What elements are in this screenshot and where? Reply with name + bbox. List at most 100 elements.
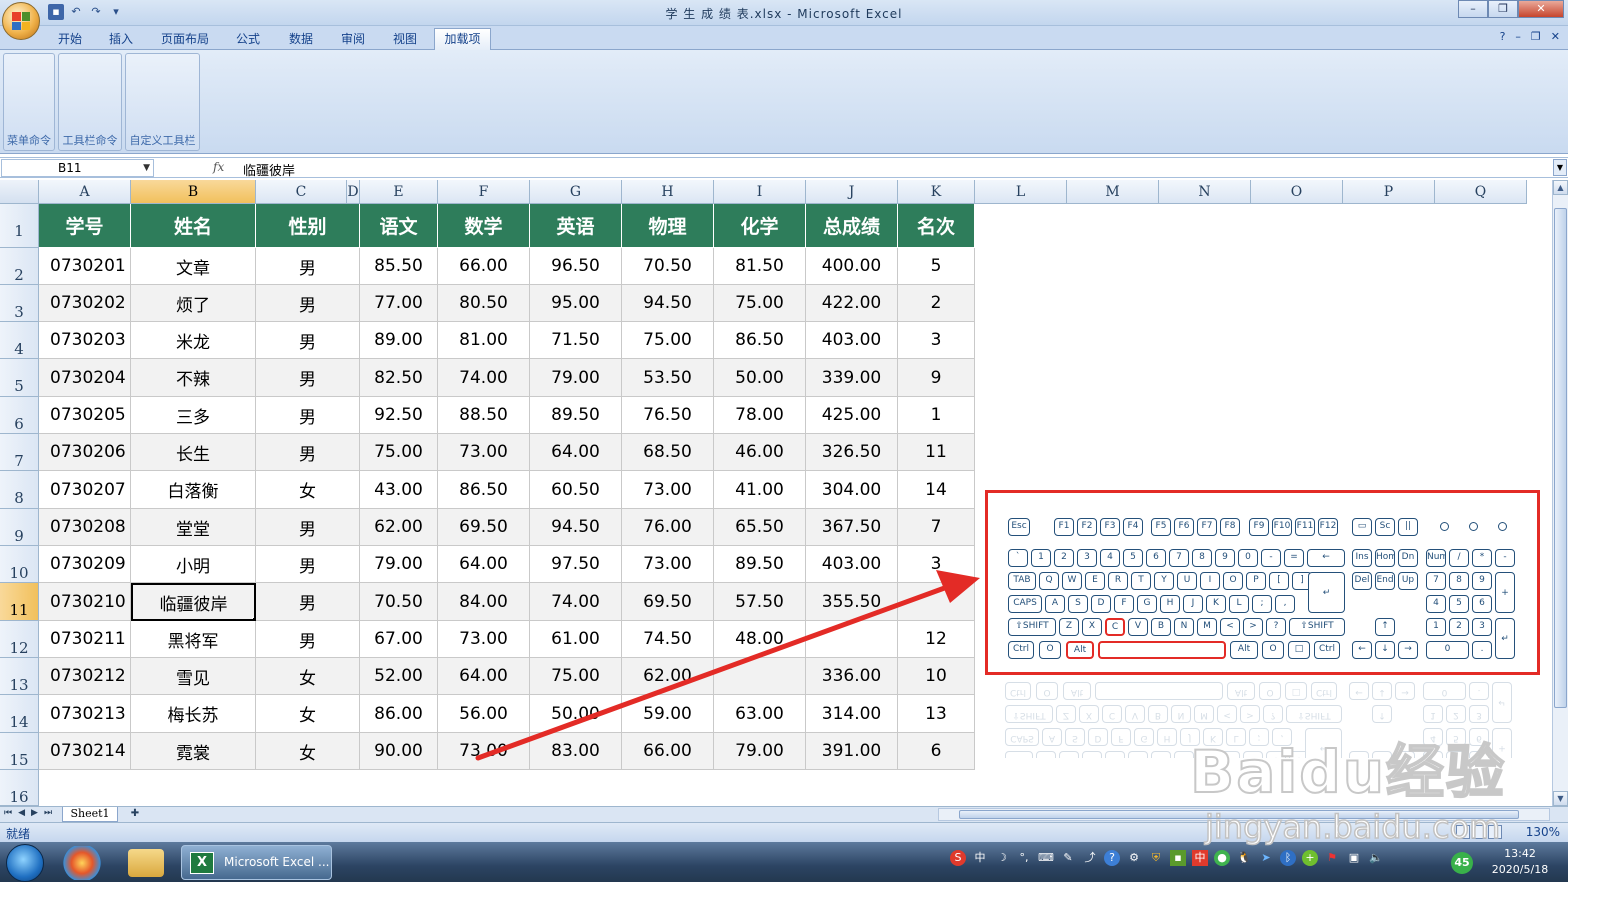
table-cell[interactable]: 73.00 [622,546,714,583]
next-sheet-icon[interactable]: ▶ [31,808,38,818]
scroll-down-icon[interactable]: ▼ [1553,791,1568,806]
table-cell[interactable]: 女 [256,695,360,733]
table-cell[interactable]: 86.50 [714,322,806,359]
table-cell[interactable]: 336.00 [806,658,898,695]
taskbar-excel-button[interactable]: X Microsoft Excel ... [181,845,332,880]
table-cell[interactable]: 97.50 [530,546,622,583]
insert-sheet-icon[interactable]: ✚ [126,808,144,821]
table-cell[interactable]: 90.00 [360,733,438,770]
table-cell[interactable]: 5 [898,248,975,285]
table-cell[interactable]: 米龙 [131,322,256,359]
table-cell[interactable]: 79.00 [714,733,806,770]
tray-badge[interactable]: 45 [1451,852,1473,874]
table-cell[interactable]: 304.00 [806,471,898,509]
sogou-icon[interactable]: S [950,850,966,866]
ime-mode-label[interactable]: 中 [972,850,988,866]
table-cell[interactable]: 89.50 [714,546,806,583]
column-header-m[interactable]: M [1067,180,1159,204]
tray-settings-icon[interactable]: ⚙ [1126,850,1142,866]
tab-view[interactable]: 视图 [385,30,425,50]
table-cell[interactable]: 白落衡 [131,471,256,509]
table-header-cell[interactable]: 数学 [438,204,530,248]
table-cell[interactable]: 女 [256,658,360,695]
table-cell[interactable]: 95.00 [530,285,622,322]
table-cell[interactable]: 75.00 [714,285,806,322]
table-cell[interactable]: 男 [256,397,360,434]
table-cell[interactable]: 70.50 [360,583,438,621]
column-header-p[interactable]: P [1343,180,1435,204]
table-cell[interactable]: 男 [256,509,360,546]
table-header-cell[interactable]: 语文 [360,204,438,248]
table-cell[interactable]: 11 [898,434,975,471]
table-cell[interactable]: 69.50 [438,509,530,546]
maximize-button[interactable]: ❐ [1488,0,1518,18]
table-cell[interactable]: 355.50 [806,583,898,621]
table-cell[interactable] [714,658,806,695]
wrench-icon[interactable]: ✎ [1060,850,1076,866]
expand-formula-bar-icon[interactable]: ▼ [1553,159,1567,176]
column-header-l[interactable]: L [975,180,1067,204]
table-cell[interactable]: 男 [256,434,360,471]
table-cell[interactable] [806,621,898,658]
start-orb-icon[interactable] [6,844,44,882]
group-toolbar-commands[interactable]: 工具栏命令 [58,53,122,151]
moon-icon[interactable]: ☽ [994,850,1010,866]
table-cell[interactable]: 0730208 [39,509,131,546]
column-header-d[interactable]: D [347,180,360,204]
table-cell[interactable]: 三多 [131,397,256,434]
name-box[interactable]: B11 ▼ [1,159,154,177]
fill-handle[interactable] [252,617,254,619]
formula-input[interactable]: 临疆彼岸 [243,160,295,179]
table-cell[interactable]: 0730204 [39,359,131,397]
network-icon[interactable]: ▣ [1346,850,1362,866]
tab-page-layout[interactable]: 页面布局 [155,30,215,50]
table-cell[interactable]: 83.00 [530,733,622,770]
table-cell[interactable]: 10 [898,658,975,695]
table-cell[interactable]: 女 [256,471,360,509]
table-cell[interactable]: 12 [898,621,975,658]
last-sheet-icon[interactable]: ⏭ [44,808,52,818]
row-header-12[interactable]: 12 [0,621,39,658]
row-header-7[interactable]: 7 [0,434,39,471]
table-cell[interactable]: 64.00 [530,434,622,471]
table-cell[interactable]: 黑将军 [131,621,256,658]
sheet-tab[interactable]: Sheet1 [62,807,118,822]
table-cell[interactable]: 41.00 [714,471,806,509]
table-cell[interactable]: 73.00 [438,434,530,471]
table-cell[interactable]: 86.50 [438,471,530,509]
table-cell[interactable]: 0730213 [39,695,131,733]
nvidia-icon[interactable]: ▪ [1170,850,1186,866]
table-cell[interactable]: 0730212 [39,658,131,695]
table-cell[interactable]: 89.00 [360,322,438,359]
table-cell[interactable]: 0730206 [39,434,131,471]
table-cell[interactable]: 66.00 [438,248,530,285]
table-cell[interactable]: 长生 [131,434,256,471]
column-header-g[interactable]: G [530,180,622,204]
tab-insert[interactable]: 插入 [101,30,141,50]
row-header-1[interactable]: 1 [0,204,39,248]
table-cell[interactable]: 男 [256,248,360,285]
table-cell[interactable]: 13 [898,695,975,733]
table-cell[interactable]: 48.00 [714,621,806,658]
table-cell[interactable]: 78.00 [714,397,806,434]
table-cell[interactable]: 425.00 [806,397,898,434]
table-cell[interactable]: 雪见 [131,658,256,695]
zoom-level[interactable]: 130% [1526,825,1560,839]
share-icon[interactable]: ⤴ [1082,850,1098,866]
table-cell[interactable]: 89.50 [530,397,622,434]
table-cell[interactable]: 81.00 [438,322,530,359]
table-cell[interactable]: 76.00 [622,509,714,546]
column-header-f[interactable]: F [438,180,530,204]
table-cell[interactable]: 60.50 [530,471,622,509]
help-icon[interactable]: ? [1500,30,1506,43]
table-cell[interactable]: 81.50 [714,248,806,285]
table-cell[interactable]: 小明 [131,546,256,583]
table-cell[interactable]: 403.00 [806,322,898,359]
explorer-folder-icon[interactable] [128,849,164,877]
table-cell[interactable]: 76.50 [622,397,714,434]
table-cell[interactable]: 烦了 [131,285,256,322]
table-cell[interactable]: 96.50 [530,248,622,285]
table-header-cell[interactable]: 总成绩 [806,204,898,248]
table-cell[interactable]: 422.00 [806,285,898,322]
column-header-o[interactable]: O [1251,180,1343,204]
